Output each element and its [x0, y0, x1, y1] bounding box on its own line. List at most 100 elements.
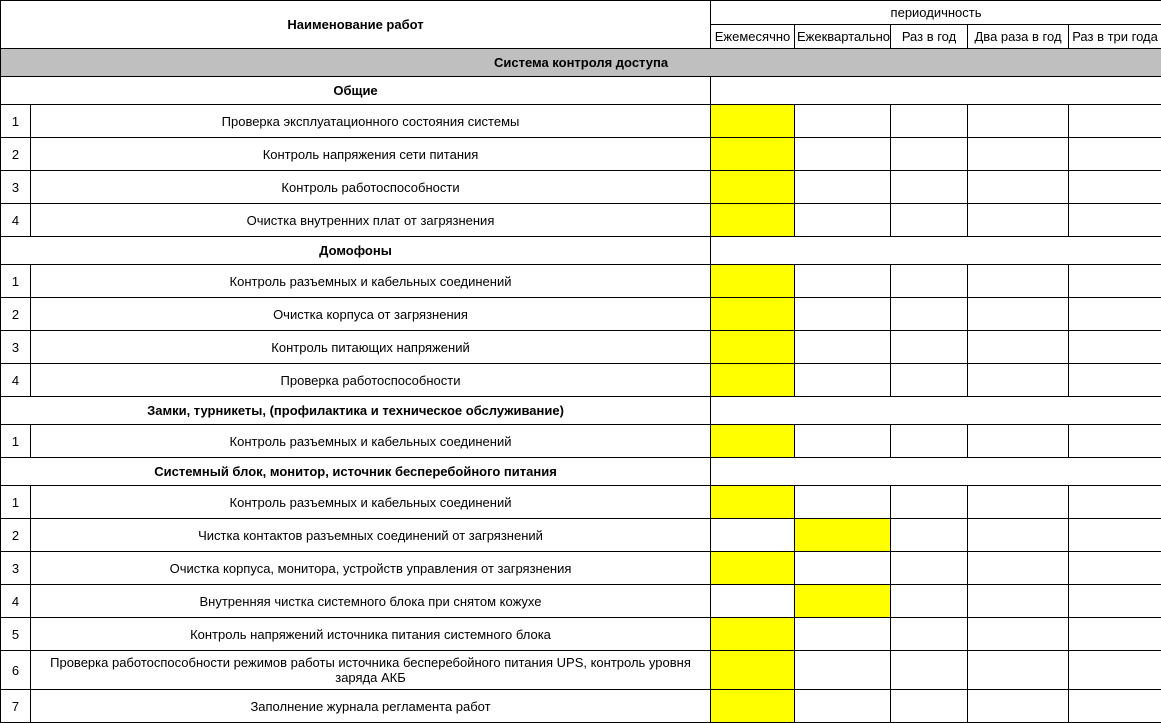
row-number: 3 — [1, 331, 31, 364]
freq-cell — [1069, 552, 1161, 585]
table-row: 3Контроль питающих напряжений — [1, 331, 1161, 364]
row-number: 4 — [1, 585, 31, 618]
freq-cell — [1069, 486, 1161, 519]
table-row: 1Контроль разъемных и кабельных соединен… — [1, 486, 1161, 519]
freq-cell — [968, 298, 1069, 331]
row-text: Контроль питающих напряжений — [31, 331, 711, 364]
row-number: 4 — [1, 364, 31, 397]
freq-cell — [1069, 618, 1161, 651]
freq-cell — [968, 105, 1069, 138]
row-text: Контроль работоспособности — [31, 171, 711, 204]
freq-cell — [891, 298, 968, 331]
freq-cell — [891, 204, 968, 237]
freq-cell — [891, 618, 968, 651]
table-row: 4Очистка внутренних плат от загрязнения — [1, 204, 1161, 237]
col-header-twice-year: Два раза в год — [968, 25, 1069, 49]
freq-cell — [1069, 364, 1161, 397]
row-number: 1 — [1, 425, 31, 458]
row-text: Очистка внутренних плат от загрязнения — [31, 204, 711, 237]
freq-cell — [968, 651, 1069, 690]
freq-cell — [1069, 138, 1161, 171]
freq-cell — [891, 138, 968, 171]
freq-cell — [891, 585, 968, 618]
row-number: 6 — [1, 651, 31, 690]
freq-cell — [968, 618, 1069, 651]
col-header-periodicity: периодичность — [711, 1, 1161, 25]
freq-cell — [891, 105, 968, 138]
freq-cell — [711, 486, 795, 519]
row-number: 3 — [1, 171, 31, 204]
freq-cell — [795, 298, 891, 331]
col-header-yearly: Раз в год — [891, 25, 968, 49]
row-text: Контроль напряжений источника питания си… — [31, 618, 711, 651]
freq-cell — [711, 204, 795, 237]
table-row: 1Контроль разъемных и кабельных соединен… — [1, 265, 1161, 298]
row-text: Проверка работоспособности — [31, 364, 711, 397]
freq-cell — [711, 618, 795, 651]
freq-cell — [711, 364, 795, 397]
row-text: Контроль разъемных и кабельных соединени… — [31, 265, 711, 298]
col-header-monthly: Ежемесячно — [711, 25, 795, 49]
freq-cell — [711, 105, 795, 138]
freq-cell — [795, 519, 891, 552]
freq-cell — [795, 265, 891, 298]
row-text: Внутренняя чистка системного блока при с… — [31, 585, 711, 618]
freq-cell — [711, 552, 795, 585]
freq-cell — [968, 585, 1069, 618]
row-number: 2 — [1, 298, 31, 331]
freq-cell — [891, 690, 968, 723]
freq-cell — [891, 552, 968, 585]
row-number: 2 — [1, 138, 31, 171]
freq-cell — [1069, 690, 1161, 723]
freq-cell — [968, 331, 1069, 364]
table-row: 4Проверка работоспособности — [1, 364, 1161, 397]
row-number: 1 — [1, 486, 31, 519]
table-row: 4Внутренняя чистка системного блока при … — [1, 585, 1161, 618]
freq-cell — [891, 425, 968, 458]
table-body: Система контроля доступаОбщие1Проверка э… — [1, 49, 1161, 723]
table-row: 7Заполнение журнала регламента работ — [1, 690, 1161, 723]
freq-cell — [795, 105, 891, 138]
table-row: 1Контроль разъемных и кабельных соединен… — [1, 425, 1161, 458]
freq-cell — [968, 690, 1069, 723]
table-row: 3Контроль работоспособности — [1, 171, 1161, 204]
freq-cell — [795, 171, 891, 204]
table-row: 2Контроль напряжения сети питания — [1, 138, 1161, 171]
col-header-three-years: Раз в три года — [1069, 25, 1161, 49]
freq-cell — [711, 171, 795, 204]
freq-cell — [1069, 298, 1161, 331]
freq-cell — [891, 486, 968, 519]
row-text: Очистка корпуса от загрязнения — [31, 298, 711, 331]
group-title: Домофоны — [1, 237, 711, 265]
freq-cell — [968, 265, 1069, 298]
freq-cell — [711, 425, 795, 458]
freq-cell — [711, 138, 795, 171]
row-text: Чистка контактов разъемных соединений от… — [31, 519, 711, 552]
freq-cell — [968, 519, 1069, 552]
freq-cell — [1069, 651, 1161, 690]
freq-cell — [891, 265, 968, 298]
freq-cell — [795, 364, 891, 397]
row-number: 4 — [1, 204, 31, 237]
freq-cell — [968, 204, 1069, 237]
group-title: Замки, турникеты, (профилактика и технич… — [1, 397, 711, 425]
freq-cell — [1069, 519, 1161, 552]
freq-cell — [1069, 585, 1161, 618]
freq-cell — [1069, 425, 1161, 458]
freq-cell — [968, 138, 1069, 171]
freq-cell — [795, 425, 891, 458]
group-period-blank — [711, 237, 1161, 265]
table-row: 3Очистка корпуса, монитора, устройств уп… — [1, 552, 1161, 585]
freq-cell — [1069, 171, 1161, 204]
freq-cell — [711, 519, 795, 552]
freq-cell — [1069, 204, 1161, 237]
freq-cell — [891, 171, 968, 204]
freq-cell — [795, 690, 891, 723]
regulations-table: Наименование работ периодичность Ежемеся… — [0, 0, 1161, 723]
freq-cell — [968, 171, 1069, 204]
freq-cell — [711, 651, 795, 690]
freq-cell — [968, 364, 1069, 397]
freq-cell — [891, 519, 968, 552]
freq-cell — [968, 552, 1069, 585]
row-text: Очистка корпуса, монитора, устройств упр… — [31, 552, 711, 585]
